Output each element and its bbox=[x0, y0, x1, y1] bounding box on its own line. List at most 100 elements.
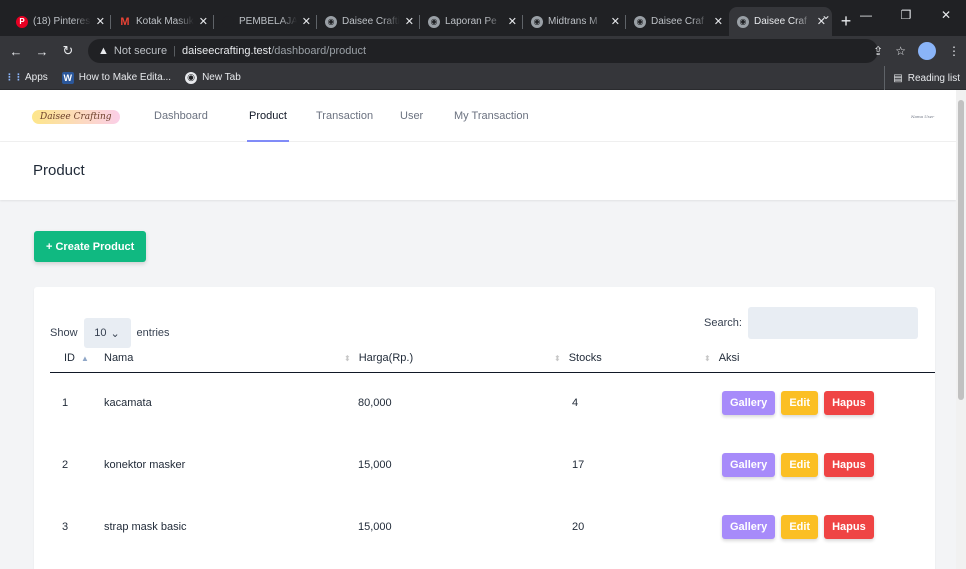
globe-icon: ◉ bbox=[325, 15, 337, 28]
tab-close-icon[interactable]: ✕ bbox=[199, 15, 208, 28]
column-header-stocks[interactable]: ⬍ Stocks bbox=[554, 344, 704, 373]
delete-button[interactable]: Hapus bbox=[824, 391, 874, 416]
cell-harga: 15,000 bbox=[358, 459, 392, 471]
browser-tab[interactable]: ◉ Midtrans M ✕ bbox=[523, 7, 626, 36]
restore-icon[interactable]: ❐ bbox=[886, 0, 926, 30]
delete-button[interactable]: Hapus bbox=[824, 515, 874, 539]
blank-icon bbox=[222, 15, 234, 28]
tab-title: Laporan Pe bbox=[445, 16, 497, 27]
gallery-button[interactable]: Gallery bbox=[722, 453, 776, 477]
tab-close-icon[interactable]: ✕ bbox=[302, 15, 311, 28]
browser-tab[interactable]: PEMBELAJARAN ✕ bbox=[214, 7, 317, 36]
bookmark-word[interactable]: W How to Make Edita... bbox=[61, 71, 171, 84]
nav-transaction[interactable]: Transaction bbox=[316, 90, 373, 142]
search-label: Search: bbox=[704, 317, 742, 329]
back-icon[interactable]: ← bbox=[6, 44, 26, 59]
table-header-row: ID ▲ Nama ⬍ Harga(Rp.) ⬍ Stocks ⬍ Aksi bbox=[50, 344, 935, 373]
apps-icon: ⋮⋮ bbox=[5, 72, 23, 82]
product-table: ID ▲ Nama ⬍ Harga(Rp.) ⬍ Stocks ⬍ Aksi 1 kac… bbox=[50, 344, 935, 558]
sort-icon: ⬍ bbox=[344, 353, 351, 363]
tab-title: PEMBELAJARAN bbox=[239, 16, 297, 27]
tab-title: Daisee Craf bbox=[651, 16, 704, 27]
nav-my-transaction[interactable]: My Transaction bbox=[454, 90, 529, 142]
url-field[interactable]: ▲ Not secure | daiseecrafting.test /dash… bbox=[88, 39, 878, 63]
edit-button[interactable]: Edit bbox=[781, 453, 819, 477]
column-header-harga[interactable]: ⬍ Harga(Rp.) bbox=[344, 344, 554, 373]
tab-close-icon[interactable]: ✕ bbox=[96, 15, 105, 28]
share-icon[interactable]: ⇪ bbox=[873, 44, 883, 58]
search-input[interactable] bbox=[747, 307, 918, 339]
globe-icon: ◉ bbox=[634, 15, 646, 28]
tab-title: Daisee Craf bbox=[754, 16, 807, 27]
cell-nama: konektor masker bbox=[104, 459, 186, 471]
globe-icon: ◉ bbox=[531, 15, 543, 28]
nav-user[interactable]: User bbox=[400, 90, 423, 142]
browser-tab[interactable]: ◉ Daisee Crafting ✕ bbox=[317, 7, 420, 36]
window-close-icon[interactable]: ✕ bbox=[926, 0, 966, 30]
cell-id: 1 bbox=[62, 397, 69, 410]
chevron-down-icon: ⌄ bbox=[110, 327, 120, 340]
bookmark-apps[interactable]: ⋮⋮ Apps bbox=[5, 72, 48, 84]
cell-harga: 15,000 bbox=[358, 521, 392, 533]
scrollbar-thumb[interactable] bbox=[958, 100, 964, 400]
tab-close-icon[interactable]: ✕ bbox=[405, 15, 414, 28]
bookmark-star-icon[interactable]: ☆ bbox=[895, 44, 906, 58]
page-content: Daisee Crafting Dashboard Product Transa… bbox=[0, 90, 956, 569]
pinterest-icon: P bbox=[16, 15, 28, 28]
app-logo[interactable]: Daisee Crafting bbox=[32, 110, 120, 124]
create-product-button[interactable]: + Create Product bbox=[34, 231, 147, 262]
reload-icon[interactable]: ↻ bbox=[58, 43, 78, 59]
minimize-icon[interactable]: — bbox=[846, 0, 886, 30]
security-label: Not secure bbox=[113, 45, 168, 57]
cell-harga: 80,000 bbox=[358, 397, 392, 410]
page-header: Product bbox=[0, 142, 956, 200]
tab-search-icon[interactable]: ⌄ bbox=[806, 0, 846, 30]
tab-title: (18) Pinterest bbox=[33, 16, 91, 27]
address-bar: ← → ↻ ▲ Not secure | daiseecrafting.test… bbox=[0, 36, 966, 66]
url-path: /dashboard/product bbox=[271, 45, 367, 57]
globe-icon: ◉ bbox=[737, 15, 749, 28]
tab-close-icon[interactable]: ✕ bbox=[714, 15, 723, 28]
warning-icon[interactable]: ▲ bbox=[98, 45, 109, 57]
globe-icon: ◉ bbox=[428, 15, 440, 28]
profile-avatar[interactable] bbox=[918, 42, 936, 60]
sort-icon: ⬍ bbox=[554, 353, 561, 363]
table-row: 3 strap mask basic 15,000 20 Gallery Edi… bbox=[50, 496, 935, 558]
nav-product[interactable]: Product bbox=[247, 90, 289, 142]
column-header-aksi[interactable]: ⬍ Aksi bbox=[704, 344, 935, 373]
menu-icon[interactable]: ⋮ bbox=[948, 44, 960, 58]
forward-icon[interactable]: → bbox=[32, 44, 52, 59]
column-header-id[interactable]: ID ▲ bbox=[50, 344, 104, 373]
product-table-card: Show 10 ⌄ entries Search: ID ▲ Nama ⬍ Harg… bbox=[34, 287, 935, 569]
cell-id: 3 bbox=[62, 521, 69, 533]
tab-close-icon[interactable]: ✕ bbox=[508, 15, 517, 28]
nav-dashboard[interactable]: Dashboard bbox=[154, 90, 208, 142]
sort-asc-icon: ▲ bbox=[81, 353, 89, 363]
cell-stocks: 17 bbox=[572, 459, 585, 471]
globe-icon: ◉ bbox=[185, 71, 198, 84]
edit-button[interactable]: Edit bbox=[781, 391, 819, 416]
table-row: 2 konektor masker 15,000 17 Gallery Edit… bbox=[50, 434, 935, 496]
word-icon: W bbox=[61, 71, 74, 84]
page-scrollbar[interactable] bbox=[956, 90, 966, 569]
user-menu[interactable]: Nama User bbox=[911, 114, 934, 119]
gallery-button[interactable]: Gallery bbox=[722, 515, 776, 539]
tab-title: Kotak Masuk bbox=[136, 16, 194, 27]
bookmarks-bar: ⋮⋮ Apps W How to Make Edita... ◉ New Tab… bbox=[0, 66, 966, 90]
cell-nama: strap mask basic bbox=[104, 521, 187, 533]
browser-tab[interactable]: M Kotak Masuk ✕ bbox=[111, 7, 214, 36]
window-controls: ⌄ — ❐ ✕ bbox=[806, 0, 966, 30]
bookmark-new-tab[interactable]: ◉ New Tab bbox=[185, 71, 241, 84]
gmail-icon: M bbox=[120, 15, 130, 28]
tab-close-icon[interactable]: ✕ bbox=[611, 15, 620, 28]
gallery-button[interactable]: Gallery bbox=[722, 391, 776, 416]
browser-tab[interactable]: ◉ Daisee Craf ✕ bbox=[626, 7, 729, 36]
cell-nama: kacamata bbox=[104, 397, 152, 410]
edit-button[interactable]: Edit bbox=[781, 515, 819, 539]
delete-button[interactable]: Hapus bbox=[824, 453, 874, 477]
browser-tab[interactable]: P (18) Pinterest ✕ bbox=[8, 7, 111, 36]
browser-tab[interactable]: ◉ Laporan Pe ✕ bbox=[420, 7, 523, 36]
reading-list-icon: ▤ bbox=[893, 72, 903, 84]
column-header-nama[interactable]: Nama bbox=[104, 344, 344, 373]
reading-list-button[interactable]: ▤ Reading list bbox=[884, 66, 960, 90]
